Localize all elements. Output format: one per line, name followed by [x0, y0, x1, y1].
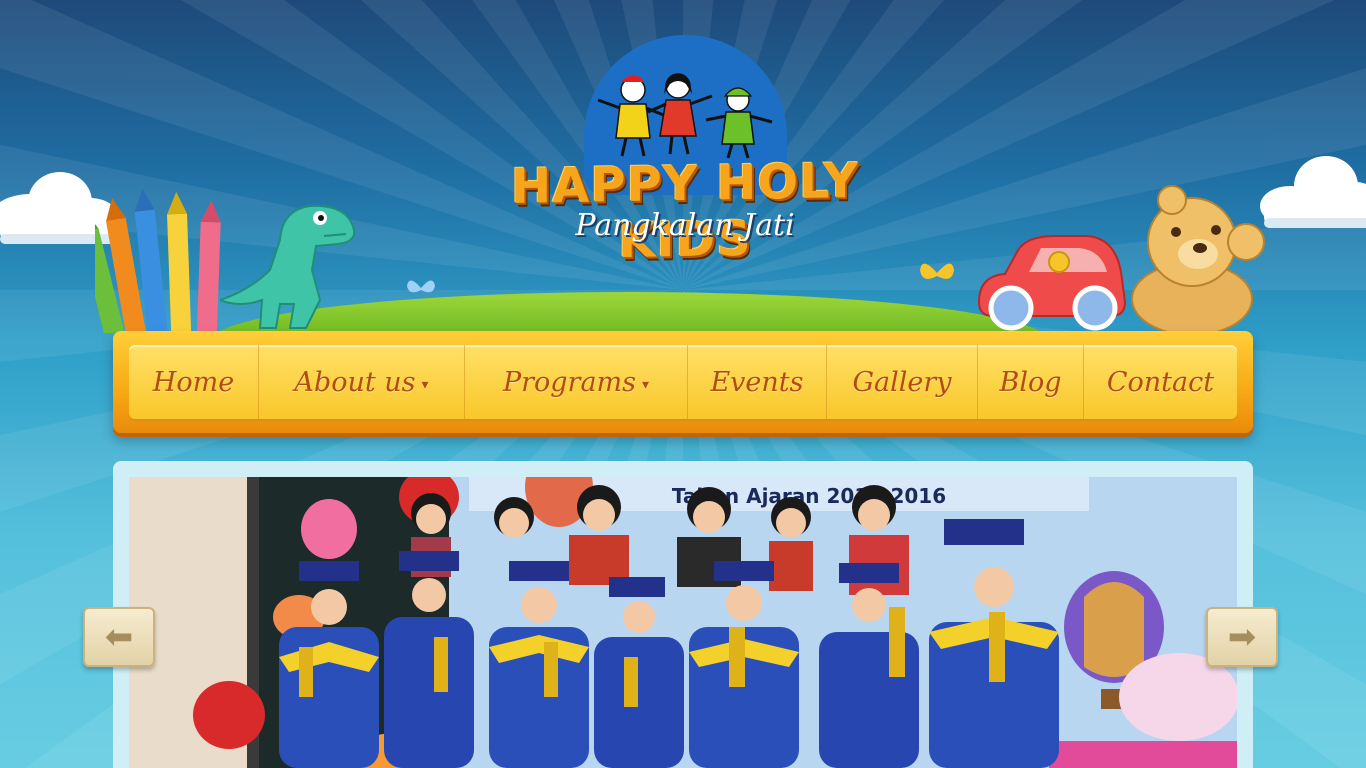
nav-label: Gallery [852, 366, 952, 398]
nav-item-gallery[interactable]: Gallery [827, 345, 978, 419]
slider-prev-button[interactable]: ⬅ [83, 607, 155, 667]
nav-item-blog[interactable]: Blog [978, 345, 1084, 419]
nav-label: Programs [502, 366, 637, 398]
teddy-bear-icon [1112, 184, 1272, 338]
nav-bar: Home About us ▾ Programs ▾ Events Galler… [129, 345, 1237, 419]
nav-label: Blog [999, 366, 1062, 398]
nav-item-about-us[interactable]: About us ▾ [259, 345, 465, 419]
slide-image: Tahun Ajaran 2015-2016 [129, 477, 1237, 768]
nav-label: Contact [1106, 366, 1215, 398]
arrow-right-icon: ➡ [1227, 617, 1257, 657]
nav-label: Home [152, 366, 235, 398]
butterfly-icon [405, 274, 437, 306]
main-navigation: Home About us ▾ Programs ▾ Events Galler… [113, 331, 1253, 433]
arrow-left-icon: ⬅ [104, 617, 134, 657]
nav-label: About us [294, 366, 416, 398]
nav-label: Events [710, 366, 804, 398]
crayons-icon [79, 188, 235, 337]
nav-item-contact[interactable]: Contact [1084, 345, 1237, 419]
chevron-down-icon: ▾ [421, 377, 429, 393]
chevron-down-icon: ▾ [642, 377, 650, 393]
logo-subtitle: Pangkalan Jati [575, 208, 795, 243]
dinosaur-icon [217, 200, 360, 334]
site-header: HAPPY HOLY KIDS Pangkalan Jati [0, 0, 1366, 342]
nav-item-events[interactable]: Events [688, 345, 827, 419]
logo-kids-icon [588, 60, 783, 164]
toy-car-icon [975, 232, 1130, 336]
nav-item-home[interactable]: Home [129, 345, 259, 419]
nav-item-programs[interactable]: Programs ▾ [465, 345, 688, 419]
cloud-right-icon [1260, 150, 1366, 230]
butterfly-icon [918, 256, 956, 294]
slider-next-button[interactable]: ➡ [1206, 607, 1278, 667]
